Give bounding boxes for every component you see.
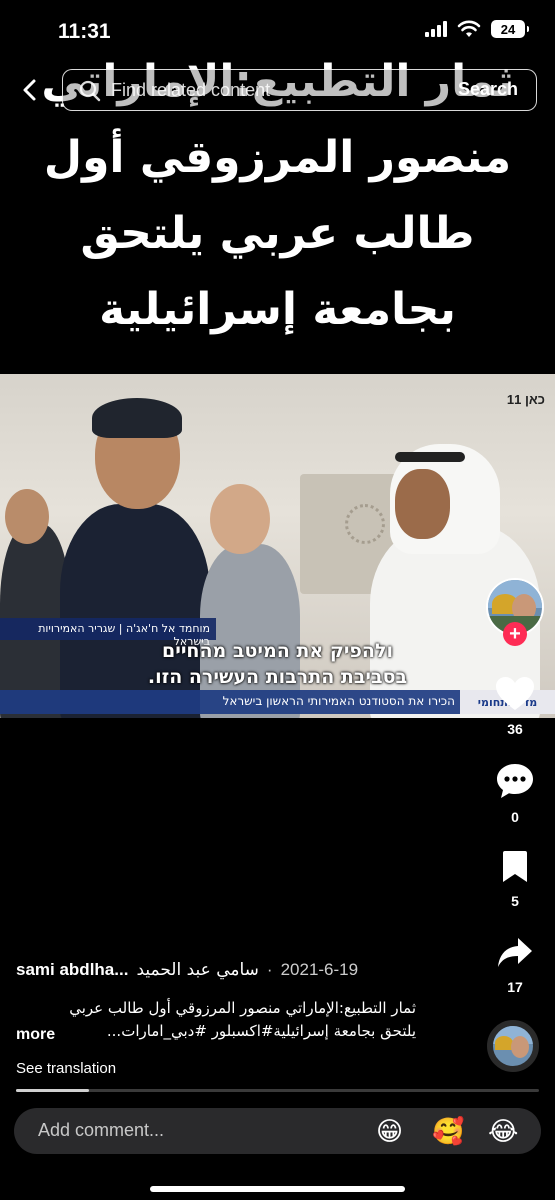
caption-line: يلتحق بجامعة إسرائيلية#اكسبلور #دبي_امار… xyxy=(106,1022,416,1040)
overlay-title-line: بجامعة إسرائيلية xyxy=(99,284,456,335)
tears-of-joy-emoji-button[interactable]: 😂 xyxy=(488,1114,518,1148)
back-button[interactable] xyxy=(16,76,44,104)
caption-line: ثمار التطبيع:الإماراتي منصور المرزوقي أو… xyxy=(69,999,416,1017)
separator-dot: · xyxy=(266,960,273,979)
video-player[interactable]: כאן 11 מוחמד אל ח'אג'ה | שגריר האמירויות… xyxy=(0,374,555,718)
comment-count: 0 xyxy=(511,809,519,825)
name-tag: מוחמד אל ח'אג'ה | שגריר האמירויות בישראל xyxy=(0,618,216,648)
wall-ornament xyxy=(345,504,385,544)
status-icons: 24 xyxy=(425,20,529,38)
creator-avatar-button[interactable]: + xyxy=(486,578,544,646)
video-progress-bar[interactable] xyxy=(16,1089,539,1092)
hearts-emoji-button[interactable]: 🥰 xyxy=(432,1114,464,1148)
agal xyxy=(395,452,465,462)
person-left-head xyxy=(5,489,49,544)
video-progress-fill xyxy=(16,1089,90,1092)
search-placeholder: Find related content xyxy=(111,80,271,100)
cellular-signal-icon xyxy=(425,21,447,37)
search-input[interactable]: Find related content Search xyxy=(62,69,537,111)
search-button[interactable]: Search xyxy=(458,79,518,100)
music-disc-avatar[interactable] xyxy=(487,1020,539,1072)
save-button[interactable]: 5 xyxy=(485,850,545,909)
subtitle-line: בסביבת התרבות העשירה הזו. xyxy=(147,666,408,688)
comment-placeholder: Add comment... xyxy=(38,1120,165,1140)
person-ambassador-hair xyxy=(92,398,182,438)
author-row[interactable]: sami abdlha... سامي عبد الحميد · 2021-6-… xyxy=(16,960,358,980)
follow-button[interactable]: + xyxy=(503,622,527,646)
comment-input[interactable]: Add comment... 😁 🥰 😂 xyxy=(14,1108,541,1154)
chevron-left-icon xyxy=(23,79,36,101)
status-time: 11:31 xyxy=(58,20,111,43)
heart-icon xyxy=(496,677,534,710)
like-button[interactable]: 36 xyxy=(485,676,545,737)
person-center-head xyxy=(210,484,270,554)
share-icon xyxy=(498,938,532,967)
grin-emoji-button[interactable]: 😁 xyxy=(376,1114,403,1148)
post-caption[interactable]: ثمار التطبيع:الإماراتي منصور المرزوقي أو… xyxy=(16,997,416,1043)
more-link[interactable]: more xyxy=(16,1026,55,1044)
bookmark-icon xyxy=(503,851,527,882)
battery-icon: 24 xyxy=(491,20,529,38)
wifi-icon xyxy=(457,20,481,37)
subtitle-line: ולהפיק את המיטב מהחיים xyxy=(162,640,393,662)
like-count: 36 xyxy=(507,721,523,737)
author-name-arabic[interactable]: سامي عبد الحميد xyxy=(136,960,258,980)
author-name[interactable]: sami abdlha... xyxy=(16,960,128,980)
channel-logo: כאן 11 xyxy=(506,392,545,407)
share-count: 17 xyxy=(507,979,523,995)
news-lower-third: הכירו את הסטודנט האמירותי הראשון בישראל … xyxy=(0,690,555,714)
share-button[interactable]: 17 xyxy=(485,936,545,995)
comment-icon xyxy=(497,764,533,798)
overlay-title-line: منصور المرزوقي أول xyxy=(43,132,512,183)
comment-button[interactable]: 0 xyxy=(485,762,545,825)
see-translation-link[interactable]: See translation xyxy=(16,1060,116,1077)
home-indicator xyxy=(150,1186,405,1192)
person-student-face xyxy=(395,469,450,539)
post-date: 2021-6-19 xyxy=(280,960,359,979)
search-icon xyxy=(79,80,101,102)
overlay-title-line: طالب عربي يلتحق xyxy=(80,208,475,259)
lower-third-text: הכירו את הסטודנט האמירותי הראשון בישראל xyxy=(222,694,455,708)
save-count: 5 xyxy=(511,893,519,909)
